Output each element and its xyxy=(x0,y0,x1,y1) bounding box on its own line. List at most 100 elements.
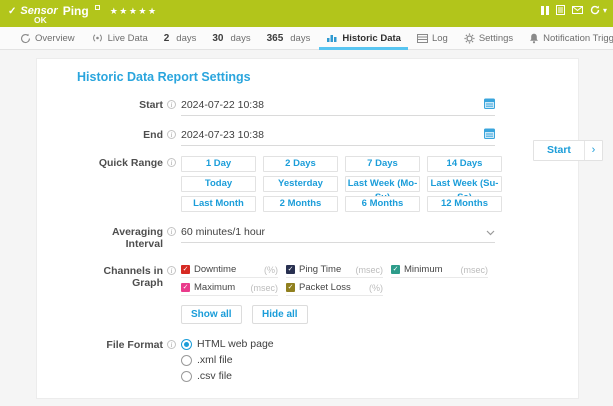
start-row: Start i 2024-07-22 10:38 xyxy=(77,98,578,116)
quick-range-row: Quick Range i 1 Day 2 Days 7 Days 14 Day… xyxy=(77,156,578,212)
quick-range-1-day-button[interactable]: 1 Day xyxy=(181,156,256,172)
channel-unit: (msec) xyxy=(356,265,384,275)
quick-range-2-months-button[interactable]: 2 Months xyxy=(263,196,338,212)
channel-checkbox[interactable]: ✓ xyxy=(181,283,190,292)
tab-label: Historic Data xyxy=(342,33,401,44)
historic-data-panel: Historic Data Report Settings Start i 20… xyxy=(36,58,579,399)
tab-label: Notification Triggers xyxy=(543,33,613,44)
channel-minimum: ✓ Minimum (msec) xyxy=(391,264,488,278)
start-report-split-button: Start › xyxy=(533,140,603,161)
info-icon[interactable]: i xyxy=(167,227,176,236)
tab-365-days[interactable]: 365 days xyxy=(259,27,319,49)
report-icon[interactable] xyxy=(556,5,565,15)
sensor-header: ✓ Sensor Ping ★★★★★ OK ▾ xyxy=(0,0,613,27)
tab-settings[interactable]: Settings xyxy=(456,27,521,49)
tab-number: 30 xyxy=(212,33,223,44)
channel-name: Packet Loss xyxy=(299,282,365,293)
pause-icon[interactable] xyxy=(541,6,549,15)
channel-maximum: ✓ Maximum (msec) xyxy=(181,282,278,296)
averaging-interval-select[interactable]: 60 minutes/1 hour xyxy=(181,225,495,243)
channel-checkbox[interactable]: ✓ xyxy=(286,265,295,274)
end-row: End i 2024-07-23 10:38 xyxy=(77,128,578,146)
quick-range-2-days-button[interactable]: 2 Days xyxy=(263,156,338,172)
end-label: End xyxy=(77,128,163,141)
bar-chart-icon xyxy=(326,33,338,43)
channel-checkbox[interactable]: ✓ xyxy=(391,265,400,274)
tab-unit: days xyxy=(231,33,251,44)
radio-csv-file[interactable] xyxy=(181,371,192,382)
quick-range-yesterday-button[interactable]: Yesterday xyxy=(263,176,338,192)
quick-range-today-button[interactable]: Today xyxy=(181,176,256,192)
start-label: Start xyxy=(77,98,163,111)
channel-packet-loss: ✓ Packet Loss (%) xyxy=(286,282,383,296)
tab-live-data[interactable]: Live Data xyxy=(83,27,156,49)
sensor-name: Ping xyxy=(63,4,89,18)
radio-label: .xml file xyxy=(197,354,233,366)
calendar-icon[interactable] xyxy=(484,128,495,142)
quick-range-14-days-button[interactable]: 14 Days xyxy=(427,156,502,172)
tab-unit: days xyxy=(290,33,310,44)
channel-checkbox[interactable]: ✓ xyxy=(286,283,295,292)
tab-2-days[interactable]: 2days xyxy=(156,27,205,49)
log-icon xyxy=(417,34,428,43)
radio-label: HTML web page xyxy=(197,338,274,350)
radio-label: .csv file xyxy=(197,370,232,382)
tab-label: Overview xyxy=(35,33,75,44)
tab-30-days[interactable]: 30 days xyxy=(204,27,258,49)
tab-overview[interactable]: Overview xyxy=(12,27,83,49)
channel-downtime: ✓ Downtime (%) xyxy=(181,264,278,278)
start-datetime-value: 2024-07-22 10:38 xyxy=(181,99,264,111)
priority-stars[interactable]: ★★★★★ xyxy=(110,6,158,17)
tab-log[interactable]: Log xyxy=(409,27,456,49)
info-icon[interactable]: i xyxy=(167,100,176,109)
start-report-button[interactable]: Start xyxy=(534,141,584,160)
tab-notification-triggers[interactable]: Notification Triggers xyxy=(521,27,613,49)
file-format-row: File Format i HTML web page .xml file .c… xyxy=(77,338,578,386)
channel-unit: (msec) xyxy=(251,283,279,293)
chevron-down-icon[interactable]: ▾ xyxy=(603,6,607,15)
start-datetime-input[interactable]: 2024-07-22 10:38 xyxy=(181,98,495,116)
channels-row: Channels in Graph i ✓ Downtime (%) ✓ Pin… xyxy=(77,264,578,324)
info-icon[interactable]: i xyxy=(167,340,176,349)
email-icon[interactable] xyxy=(572,6,583,14)
bell-icon xyxy=(529,33,539,44)
status-check-icon: ✓ xyxy=(8,6,16,17)
gear-icon xyxy=(464,33,475,44)
hide-all-button[interactable]: Hide all xyxy=(252,305,308,324)
tab-unit: days xyxy=(176,33,196,44)
channel-unit: (%) xyxy=(264,265,278,275)
quick-range-last-week-mo-su-button[interactable]: Last Week (Mo-Su) xyxy=(345,176,420,192)
calendar-icon[interactable] xyxy=(484,98,495,112)
tab-historic-data[interactable]: Historic Data xyxy=(318,27,409,49)
sensor-flag-icon xyxy=(95,5,100,10)
info-icon[interactable]: i xyxy=(167,130,176,139)
quick-range-last-month-button[interactable]: Last Month xyxy=(181,196,256,212)
tab-bar: Overview Live Data 2days 30days 365days … xyxy=(0,27,613,50)
channels-label: Channels in Graph xyxy=(77,264,163,289)
overview-icon xyxy=(20,33,31,44)
channel-checkbox[interactable]: ✓ xyxy=(181,265,190,274)
quick-range-7-days-button[interactable]: 7 Days xyxy=(345,156,420,172)
show-all-button[interactable]: Show all xyxy=(181,305,242,324)
tab-label: Log xyxy=(432,33,448,44)
file-format-label: File Format xyxy=(77,338,163,351)
quick-range-last-week-su-sa-button[interactable]: Last Week (Su-Sa) xyxy=(427,176,502,192)
quick-range-label: Quick Range xyxy=(77,156,163,169)
radio-html-web-page[interactable] xyxy=(181,339,192,350)
averaging-interval-row: Averaging Interval i 60 minutes/1 hour xyxy=(77,225,578,250)
channel-ping-time: ✓ Ping Time (msec) xyxy=(286,264,383,278)
quick-range-12-months-button[interactable]: 12 Months xyxy=(427,196,502,212)
section-divider xyxy=(41,398,565,399)
info-icon[interactable]: i xyxy=(167,266,176,275)
info-icon[interactable]: i xyxy=(167,158,176,167)
tab-label: Live Data xyxy=(108,33,148,44)
end-datetime-input[interactable]: 2024-07-23 10:38 xyxy=(181,128,495,146)
refresh-icon[interactable] xyxy=(590,5,600,15)
quick-range-6-months-button[interactable]: 6 Months xyxy=(345,196,420,212)
channel-name: Maximum xyxy=(194,282,247,293)
start-report-arrow-button[interactable]: › xyxy=(584,141,602,160)
channel-unit: (msec) xyxy=(461,265,489,275)
averaging-interval-value: 60 minutes/1 hour xyxy=(181,226,265,238)
radio-xml-file[interactable] xyxy=(181,355,192,366)
tab-number: 365 xyxy=(267,33,284,44)
